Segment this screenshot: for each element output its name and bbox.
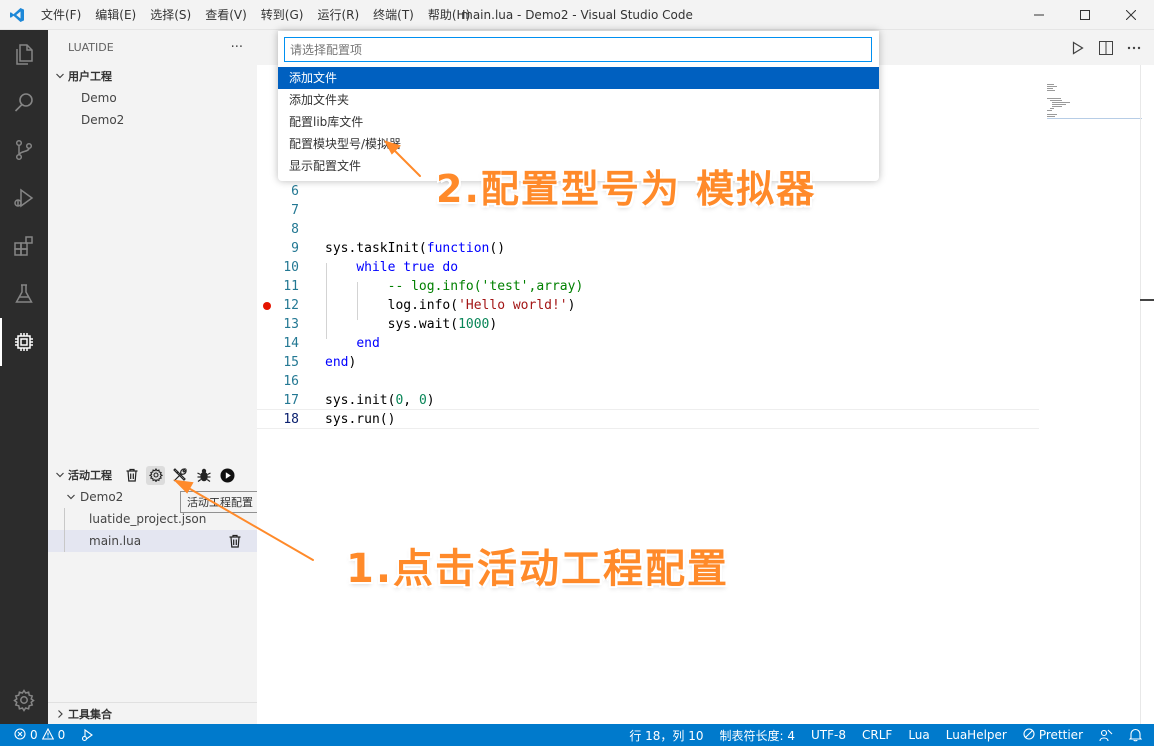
sidebar: LUATIDE ··· 用户工程 Demo Demo2 活动工程 Demo2 l…: [48, 30, 260, 724]
quick-pick-item-add-folder[interactable]: 添加文件夹: [278, 89, 879, 111]
active-project-section[interactable]: 活动工程: [48, 464, 257, 486]
source-control-icon[interactable]: [0, 126, 48, 174]
menu-help[interactable]: 帮助(H): [421, 0, 477, 30]
project-demo2[interactable]: Demo2: [48, 109, 257, 131]
file-main-lua[interactable]: main.lua: [48, 530, 257, 552]
chevron-down-icon: [62, 492, 80, 502]
quick-pick-item-config-module-simulator[interactable]: 配置模块型号/模拟器: [278, 133, 879, 155]
chevron-right-icon: [52, 709, 68, 719]
tooltip-active-project-config: 活动工程配置: [180, 491, 260, 513]
scrollbar-cursor-marker: [1140, 299, 1154, 301]
luatide-chip-icon[interactable]: [0, 318, 48, 366]
menu-edit[interactable]: 编辑(E): [88, 0, 143, 30]
minimap[interactable]: [1047, 82, 1142, 122]
vscode-logo-icon: [0, 0, 34, 30]
warning-count: 0: [57, 728, 66, 742]
run-debug-icon[interactable]: [0, 174, 48, 222]
play-circle-icon[interactable]: [218, 466, 237, 485]
code-line-current: 18 sys.run(): [257, 410, 1039, 429]
active-project-title: 活动工程: [68, 469, 112, 482]
error-count: 0: [30, 728, 38, 742]
user-projects-section[interactable]: 用户工程: [48, 65, 257, 87]
code-line: 17 sys.init(0, 0): [257, 391, 1039, 410]
settings-gear-icon[interactable]: [0, 676, 48, 724]
sidebar-header: LUATIDE ···: [48, 30, 257, 65]
active-project-name: Demo2: [80, 490, 124, 504]
status-bar: 0 0 行 18，列 10 制表符长度: 4 UTF-8 CRLF Lua Lu…: [0, 724, 1154, 746]
menu-view[interactable]: 查看(V): [198, 0, 254, 30]
annotation-step-1: 1.点击活动工程配置: [346, 546, 730, 592]
code-line: 11 -- log.info('test',array): [283, 279, 584, 294]
menu-selection[interactable]: 选择(S): [143, 0, 198, 30]
annotation-step-2: 2.配置型号为 模拟器: [436, 167, 817, 211]
menu-go[interactable]: 转到(G): [254, 0, 311, 30]
search-icon[interactable]: [0, 78, 48, 126]
code-line: 10 while true do: [283, 260, 459, 275]
breakpoint-icon[interactable]: [263, 301, 271, 310]
quick-pick-item-config-lib[interactable]: 配置lib库文件: [278, 111, 879, 133]
quick-pick-item-add-file[interactable]: 添加文件: [278, 67, 879, 89]
maximize-button[interactable]: [1062, 0, 1108, 30]
tools-collection-title: 工具集合: [68, 707, 112, 721]
run-icon[interactable]: [1070, 40, 1086, 56]
code-line: 16: [283, 374, 299, 389]
end-of-line[interactable]: CRLF: [854, 724, 900, 746]
check-circle-icon: [1023, 727, 1035, 743]
title-bar: 文件(F) 编辑(E) 选择(S) 查看(V) 转到(G) 运行(R) 终端(T…: [0, 0, 1154, 30]
code-line: 15 end): [283, 355, 357, 370]
tools-icon[interactable]: [170, 466, 189, 485]
language-mode[interactable]: Lua: [900, 724, 937, 746]
extensions-icon[interactable]: [0, 222, 48, 270]
remote-debug-icon[interactable]: [73, 724, 103, 746]
testing-icon[interactable]: [0, 270, 48, 318]
cursor-position[interactable]: 行 18，列 10: [621, 724, 711, 746]
problems-indicator[interactable]: 0 0: [0, 724, 73, 746]
prettier-status[interactable]: Prettier: [1015, 724, 1091, 746]
project-demo[interactable]: Demo: [48, 87, 257, 109]
trash-icon[interactable]: [228, 534, 242, 551]
user-projects-title: 用户工程: [68, 70, 112, 83]
activity-bar: [0, 30, 48, 724]
chevron-down-icon: [52, 71, 68, 81]
quick-pick-input[interactable]: [284, 37, 872, 62]
notifications-bell-icon[interactable]: [1121, 724, 1154, 746]
menu-terminal[interactable]: 终端(T): [366, 0, 421, 30]
vertical-scrollbar[interactable]: [1140, 65, 1141, 724]
sidebar-title: LUATIDE: [68, 41, 114, 54]
trash-icon[interactable]: [122, 466, 141, 485]
menu-file[interactable]: 文件(F): [34, 0, 88, 30]
code-line: 13 sys.wait(1000): [283, 317, 498, 332]
encoding[interactable]: UTF-8: [803, 724, 854, 746]
close-button[interactable]: [1108, 0, 1154, 30]
tab-size[interactable]: 制表符长度: 4: [712, 724, 804, 746]
menu-run[interactable]: 运行(R): [310, 0, 366, 30]
error-icon: [14, 727, 26, 743]
luahelper-status[interactable]: LuaHelper: [938, 724, 1015, 746]
code-line: 14 end: [283, 336, 380, 351]
minimize-button[interactable]: [1016, 0, 1062, 30]
more-icon[interactable]: [1126, 40, 1142, 56]
bug-icon[interactable]: [194, 466, 213, 485]
code-line: 9 sys.taskInit(function(): [291, 241, 506, 256]
chevron-down-icon: [52, 470, 68, 480]
feedback-icon[interactable]: [1091, 724, 1121, 746]
prettier-label: Prettier: [1038, 728, 1083, 742]
tools-collection-section[interactable]: 工具集合: [48, 702, 257, 724]
window-controls: [1016, 0, 1154, 30]
file-main-lua-label: main.lua: [89, 534, 142, 548]
files-icon[interactable]: [0, 30, 48, 78]
warning-icon: [41, 727, 54, 743]
code-line-breakpoint: 12 log.info('Hello world!'): [257, 296, 1057, 315]
menu-bar: 文件(F) 编辑(E) 选择(S) 查看(V) 转到(G) 运行(R) 终端(T…: [34, 0, 477, 30]
active-project-toolbar: [122, 465, 237, 485]
split-editor-icon[interactable]: [1098, 40, 1114, 56]
more-actions-button[interactable]: ···: [231, 40, 243, 55]
gear-icon[interactable]: [146, 465, 165, 485]
code-line: 8: [291, 222, 299, 237]
